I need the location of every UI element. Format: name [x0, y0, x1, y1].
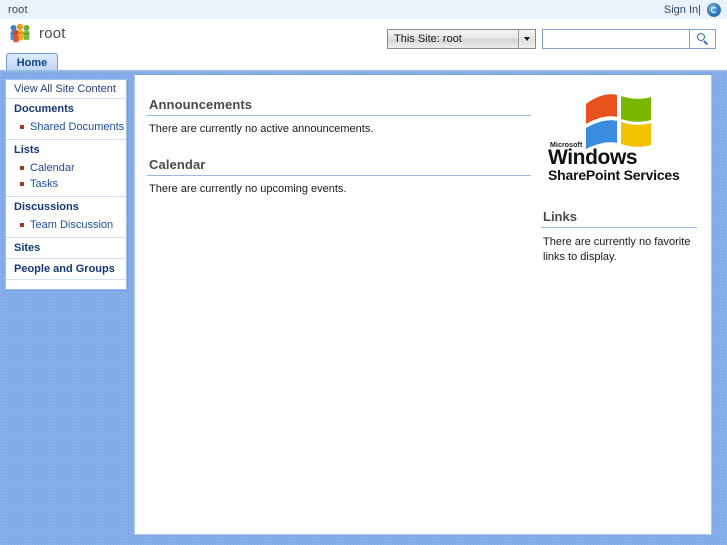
webpart-zone-right: Microsoft Windows SharePoint Services Li… — [531, 75, 711, 534]
webpart-title-calendar[interactable]: Calendar — [147, 157, 531, 175]
search-icon — [696, 33, 709, 45]
tab-bar: Home — [0, 51, 727, 72]
search-input[interactable] — [543, 31, 689, 47]
sidebar-items-documents: Shared Documents — [6, 119, 126, 139]
site-title-row[interactable]: root — [8, 23, 66, 44]
divider — [541, 227, 697, 229]
sidebar-item-view-all-site-content[interactable]: View All Site Content — [6, 80, 126, 99]
site-header: root This Site: root — [0, 19, 727, 51]
sidebar-section-people-and-groups: People and Groups — [6, 259, 126, 280]
sidebar-item-label: Calendar — [30, 162, 75, 174]
calendar-empty-text: There are currently no upcoming events. — [149, 183, 347, 195]
sidebar-item-label: Shared Documents — [30, 121, 125, 133]
sidebar-section-documents: Documents Shared Documents — [6, 99, 126, 140]
search-scope-value: This Site: root — [394, 33, 462, 45]
sidebar-heading-documents[interactable]: Documents — [6, 99, 126, 119]
sidebar-heading-discussions[interactable]: Discussions — [6, 197, 126, 217]
sidebar-item-calendar[interactable]: Calendar — [6, 160, 126, 176]
webpart-title-announcements[interactable]: Announcements — [147, 97, 531, 115]
sidebar-item-tasks[interactable]: Tasks — [6, 176, 126, 192]
search-button[interactable] — [690, 29, 716, 49]
site-title: root — [39, 25, 66, 42]
bullet-icon — [20, 223, 24, 227]
webpart-zone-left: Announcements There are currently no act… — [135, 75, 531, 534]
sidebar-tail-spacer — [6, 280, 126, 289]
webpart-calendar: Calendar There are currently no upcoming… — [147, 157, 531, 195]
links-empty-text: There are currently no favorite links to… — [543, 236, 691, 264]
sidebar-heading-lists[interactable]: Lists — [6, 140, 126, 160]
sidebar-items-lists: Calendar Tasks — [6, 160, 126, 196]
sidebar-item-label: Tasks — [30, 178, 59, 190]
sidebar-item-shared-documents[interactable]: Shared Documents — [6, 119, 126, 135]
search-input-wrapper[interactable] — [542, 29, 690, 49]
divider — [147, 175, 531, 176]
announcements-empty-text: There are currently no active announceme… — [149, 123, 374, 135]
sidebar-section-lists: Lists Calendar Tasks — [6, 140, 126, 197]
divider — [147, 115, 531, 116]
bullet-icon — [20, 182, 24, 186]
sidebar-item-label: Team Discussion — [30, 219, 114, 231]
search-scope-dropdown[interactable]: This Site: root — [387, 29, 536, 49]
content-panel: Announcements There are currently no act… — [134, 75, 712, 535]
sharepoint-people-icon — [8, 23, 32, 44]
chevron-down-icon[interactable] — [518, 30, 535, 48]
sidebar-section-discussions: Discussions Team Discussion — [6, 197, 126, 238]
sidebar-items-discussions: Team Discussion — [6, 217, 126, 237]
logo-product-text: SharePoint Services — [548, 167, 680, 184]
sign-in-link[interactable]: Sign In| — [664, 4, 701, 16]
windows-flag-icon — [582, 91, 656, 151]
breadcrumb: root — [8, 4, 28, 16]
help-icon[interactable] — [707, 3, 721, 17]
sidebar-item-team-discussion[interactable]: Team Discussion — [6, 217, 126, 233]
sidebar-heading-people-and-groups[interactable]: People and Groups — [6, 259, 126, 279]
webpart-announcements: Announcements There are currently no act… — [147, 97, 531, 135]
webpart-links: Links There are currently no favorite li… — [541, 209, 697, 265]
global-top-bar: root Sign In| — [0, 0, 727, 19]
bullet-icon — [20, 125, 24, 129]
signin-area: Sign In| — [664, 2, 721, 18]
bullet-icon — [20, 166, 24, 170]
content-columns: Announcements There are currently no act… — [135, 75, 711, 534]
windows-sharepoint-services-logo: Microsoft Windows SharePoint Services — [544, 91, 694, 183]
search-area: This Site: root — [387, 29, 716, 49]
sidebar-heading-sites[interactable]: Sites — [6, 238, 126, 258]
sidebar-section-sites: Sites — [6, 238, 126, 259]
webpart-title-links[interactable]: Links — [541, 209, 697, 227]
quick-launch-nav: View All Site Content Documents Shared D… — [5, 79, 127, 290]
page-body: View All Site Content Documents Shared D… — [0, 73, 727, 545]
